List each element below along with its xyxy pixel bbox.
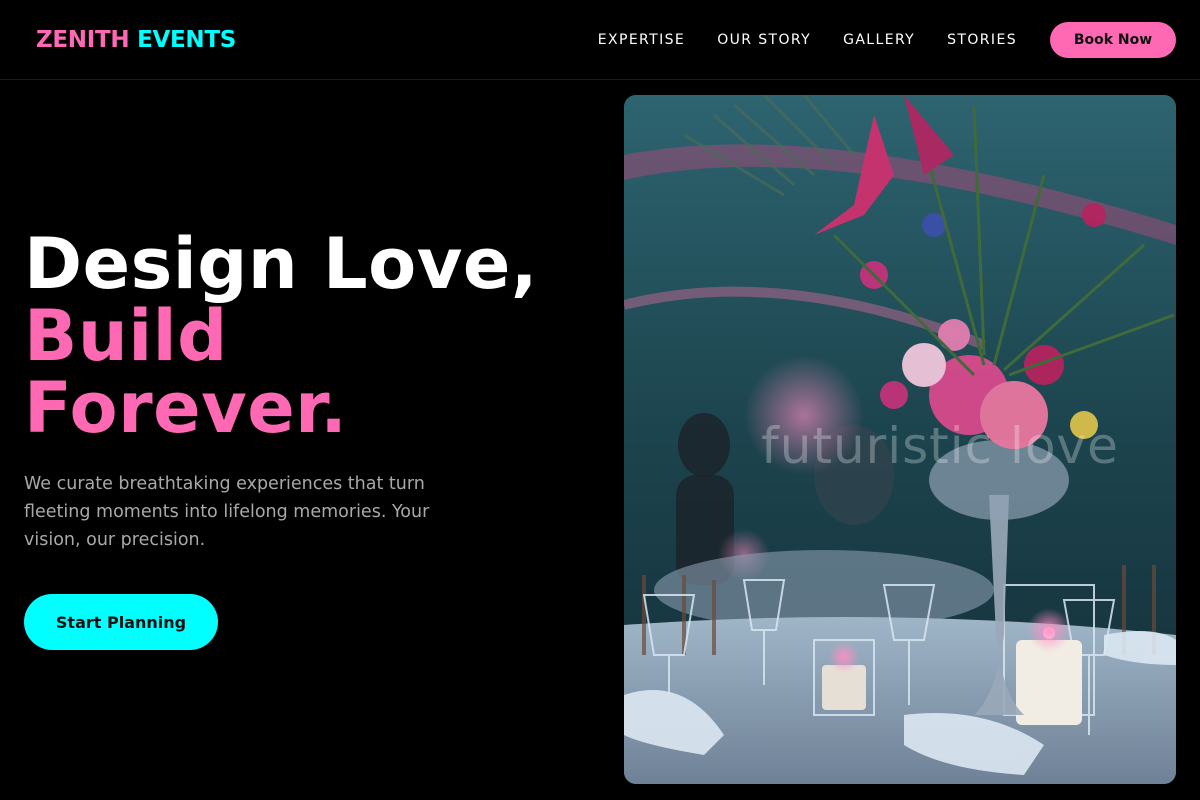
logo[interactable]: ZENITH EVENTS	[36, 27, 236, 53]
main-nav: EXPERTISE OUR STORY GALLERY STORIES Book…	[598, 21, 1176, 58]
site-header: ZENITH EVENTS EXPERTISE OUR STORY GALLER…	[0, 0, 1200, 80]
hero-title-line-2: Build	[24, 295, 228, 377]
hero-title-line-1: Design Love,	[24, 223, 538, 305]
nav-link-our-story[interactable]: OUR STORY	[717, 32, 811, 48]
hero-image: futuristic love	[624, 95, 1176, 784]
nav-link-expertise[interactable]: EXPERTISE	[598, 32, 685, 48]
hero-description: We curate breathtaking experiences that …	[24, 474, 430, 550]
logo-part-zenith: ZENITH	[36, 26, 130, 53]
image-watermark: futuristic love	[761, 417, 1119, 475]
hero-title-line-3: Forever.	[24, 367, 348, 449]
start-planning-button[interactable]: Start Planning	[24, 594, 218, 650]
nav-link-gallery[interactable]: GALLERY	[843, 32, 915, 48]
logo-part-events: EVENTS	[137, 26, 236, 53]
book-now-button[interactable]: Book Now	[1050, 21, 1176, 58]
hero-title: Design Love, Build Forever.	[24, 228, 538, 444]
nav-link-stories[interactable]: STORIES	[947, 32, 1017, 48]
